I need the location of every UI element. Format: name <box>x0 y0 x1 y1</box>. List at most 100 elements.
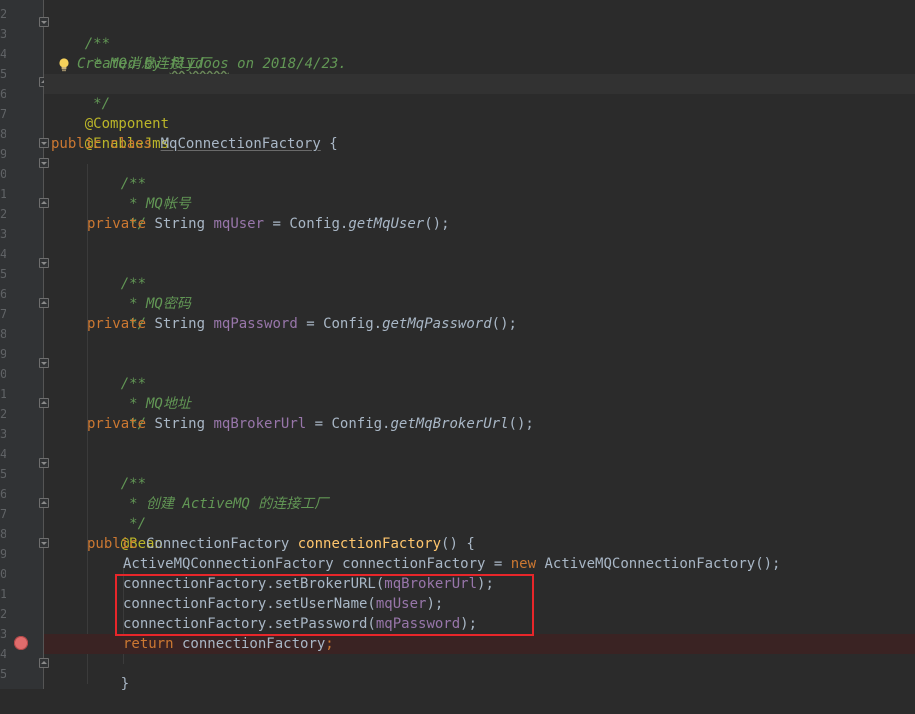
breakpoint-line[interactable]: return connectionFactory; <box>44 634 915 654</box>
call-end: (); <box>424 216 450 232</box>
field-mq-broker-url: mqBrokerUrl <box>213 416 307 432</box>
line-number: 2 <box>0 607 6 621</box>
doc-created-prefix: Created by <box>77 56 170 72</box>
fold-icon[interactable] <box>39 158 49 168</box>
fold-icon[interactable] <box>39 658 49 668</box>
assign: = <box>306 416 332 432</box>
code-line[interactable]: */ <box>87 194 146 232</box>
line-number: 8 <box>0 127 6 141</box>
assign: = <box>297 316 324 332</box>
code-line[interactable]: * MQ帐号 <box>87 174 191 212</box>
line-number: 3 <box>0 427 6 441</box>
call-set-password: connectionFactory.setPassword( <box>123 616 376 632</box>
code-line[interactable]: @EnableJms <box>51 114 169 152</box>
code-line[interactable]: connectionFactory.setPassword(mqPassword… <box>123 614 477 634</box>
config-ref: Config. <box>331 416 391 432</box>
code-line[interactable]: * MQ地址 <box>87 374 191 412</box>
fold-icon[interactable] <box>39 198 49 208</box>
config-ref: Config. <box>289 216 349 232</box>
field-mq-password: mqPassword <box>213 316 298 332</box>
keyword: public <box>51 136 102 152</box>
code-line[interactable]: connectionFactory.setUserName(mqUser); <box>123 594 443 614</box>
doc-created-suffix: on 2018/4/23. <box>228 56 347 72</box>
line-number: 3 <box>0 227 6 241</box>
line-number: 6 <box>0 487 6 501</box>
line-number: 9 <box>0 347 6 361</box>
code-editor[interactable]: 2 3 4 5 6 7 8 9 0 1 2 3 4 5 6 7 8 9 0 1 … <box>0 0 915 692</box>
call-end: (); <box>755 556 781 572</box>
fold-icon[interactable] <box>39 298 49 308</box>
field-mq-password: mqPassword <box>375 616 461 632</box>
keyword: class <box>110 136 153 152</box>
line-number: 0 <box>0 567 6 581</box>
code-line[interactable]: /** <box>87 254 146 292</box>
line-number: 7 <box>0 107 6 121</box>
code-line[interactable]: Created by flydoos on 2018/4/23. <box>77 54 347 74</box>
type: ConnectionFactory <box>146 536 290 552</box>
method-connection-factory: connectionFactory <box>297 536 442 552</box>
return-value: connectionFactory <box>173 636 326 652</box>
code-line[interactable]: connectionFactory.setBrokerURL(mqBrokerU… <box>123 574 494 594</box>
method-get-mq-broker-url: getMqBrokerUrl <box>390 416 509 432</box>
code-line[interactable]: /** <box>87 354 146 392</box>
variable: connectionFactory <box>342 556 486 572</box>
line-number: 5 <box>0 67 6 81</box>
line-number: 6 <box>0 87 6 101</box>
line-number: 4 <box>0 247 6 261</box>
code-line[interactable]: @Component <box>51 94 169 132</box>
brace: } <box>120 676 130 692</box>
code-line[interactable]: */ <box>87 494 146 532</box>
code-line[interactable]: /** <box>51 14 110 52</box>
paren-end: ); <box>460 616 478 632</box>
code-line[interactable]: */ <box>87 294 146 332</box>
line-number: 5 <box>0 467 6 481</box>
line-number: 7 <box>0 307 6 321</box>
fold-icon[interactable] <box>39 538 49 548</box>
call-set-broker-url: connectionFactory.setBrokerURL( <box>123 576 385 592</box>
constructor: ActiveMQConnectionFactory <box>544 556 756 572</box>
line-number: 5 <box>0 667 6 681</box>
code-line[interactable]: private String mqUser = Config.getMqUser… <box>87 214 450 234</box>
line-number: 4 <box>0 447 6 461</box>
line-number: 2 <box>0 407 6 421</box>
code-line[interactable]: /** <box>87 454 146 492</box>
fold-icon[interactable] <box>39 17 49 27</box>
code-line[interactable]: * MQ密码 <box>87 274 191 312</box>
line-number: 9 <box>0 147 6 161</box>
breakpoint-icon[interactable] <box>14 636 28 650</box>
code-line[interactable]: private String mqBrokerUrl = Config.getM… <box>87 414 534 434</box>
type: String <box>154 316 206 332</box>
fold-icon[interactable] <box>39 498 49 508</box>
code-line[interactable]: ActiveMQConnectionFactory connectionFact… <box>123 554 781 574</box>
keyword: new <box>510 556 537 572</box>
code-line[interactable]: /** <box>87 154 146 192</box>
code-line[interactable]: public class MqConnectionFactory { <box>51 134 338 154</box>
fold-icon[interactable] <box>39 358 49 368</box>
code-line[interactable]: } <box>87 654 129 692</box>
fold-icon[interactable] <box>39 138 49 148</box>
caret-line[interactable]: */ <box>44 74 915 112</box>
editor-gutter[interactable]: 2 3 4 5 6 7 8 9 0 1 2 3 4 5 6 7 8 9 0 1 … <box>0 0 44 689</box>
code-line[interactable]: */ <box>87 394 146 432</box>
line-number: 2 <box>0 7 6 21</box>
config-ref: Config. <box>323 316 383 332</box>
method-get-mq-user: getMqUser <box>348 216 425 232</box>
fold-icon[interactable] <box>39 398 49 408</box>
code-line[interactable]: private String mqPassword = Config.getMq… <box>87 314 517 334</box>
code-line[interactable]: public ConnectionFactory connectionFacto… <box>87 534 475 554</box>
method-get-mq-password: getMqPassword <box>382 316 492 332</box>
code-line[interactable]: * 创建 ActiveMQ 的连接工厂 <box>87 474 328 512</box>
line-number: 0 <box>0 167 6 181</box>
line-number: 3 <box>0 27 6 41</box>
paren-end: ); <box>477 576 494 592</box>
line-number: 8 <box>0 327 6 341</box>
type: ActiveMQConnectionFactory <box>123 556 334 572</box>
fold-icon[interactable] <box>39 258 49 268</box>
semicolon: ; <box>325 636 334 652</box>
code-line[interactable]: @Bean <box>87 514 163 552</box>
code-line[interactable]: * MQ消息连接工厂 <box>51 34 211 72</box>
call-set-user-name: connectionFactory.setUserName( <box>123 596 376 612</box>
keyword: private <box>87 216 147 232</box>
fold-icon[interactable] <box>39 458 49 468</box>
line-number: 3 <box>0 627 6 641</box>
